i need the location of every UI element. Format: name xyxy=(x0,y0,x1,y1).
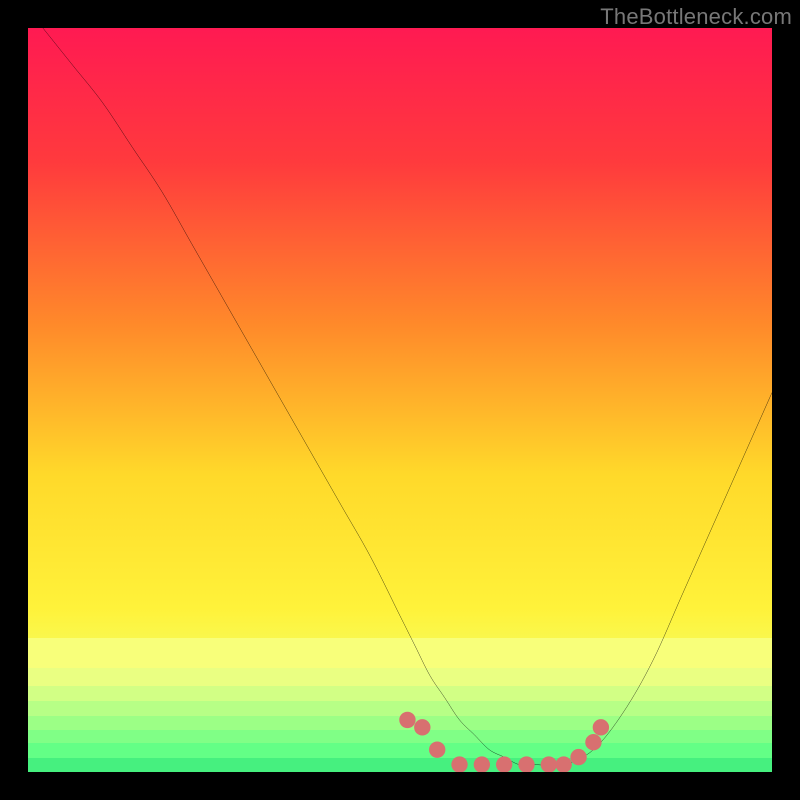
optimal-dot xyxy=(474,756,490,772)
optimal-dot xyxy=(496,756,512,772)
optimal-dot xyxy=(555,756,571,772)
optimal-dot xyxy=(399,712,415,728)
optimal-zone-dots xyxy=(399,712,609,772)
bottleneck-curve xyxy=(28,28,772,772)
optimal-dot xyxy=(451,756,467,772)
optimal-dot xyxy=(593,719,609,735)
optimal-dot xyxy=(429,741,445,757)
plot-area xyxy=(28,28,772,772)
curve-path xyxy=(43,28,772,766)
optimal-dot xyxy=(414,719,430,735)
optimal-dot xyxy=(541,756,557,772)
optimal-dot xyxy=(518,756,534,772)
watermark-text: TheBottleneck.com xyxy=(600,4,792,30)
chart-frame: TheBottleneck.com xyxy=(0,0,800,800)
optimal-dot xyxy=(585,734,601,750)
optimal-dot xyxy=(570,749,586,765)
